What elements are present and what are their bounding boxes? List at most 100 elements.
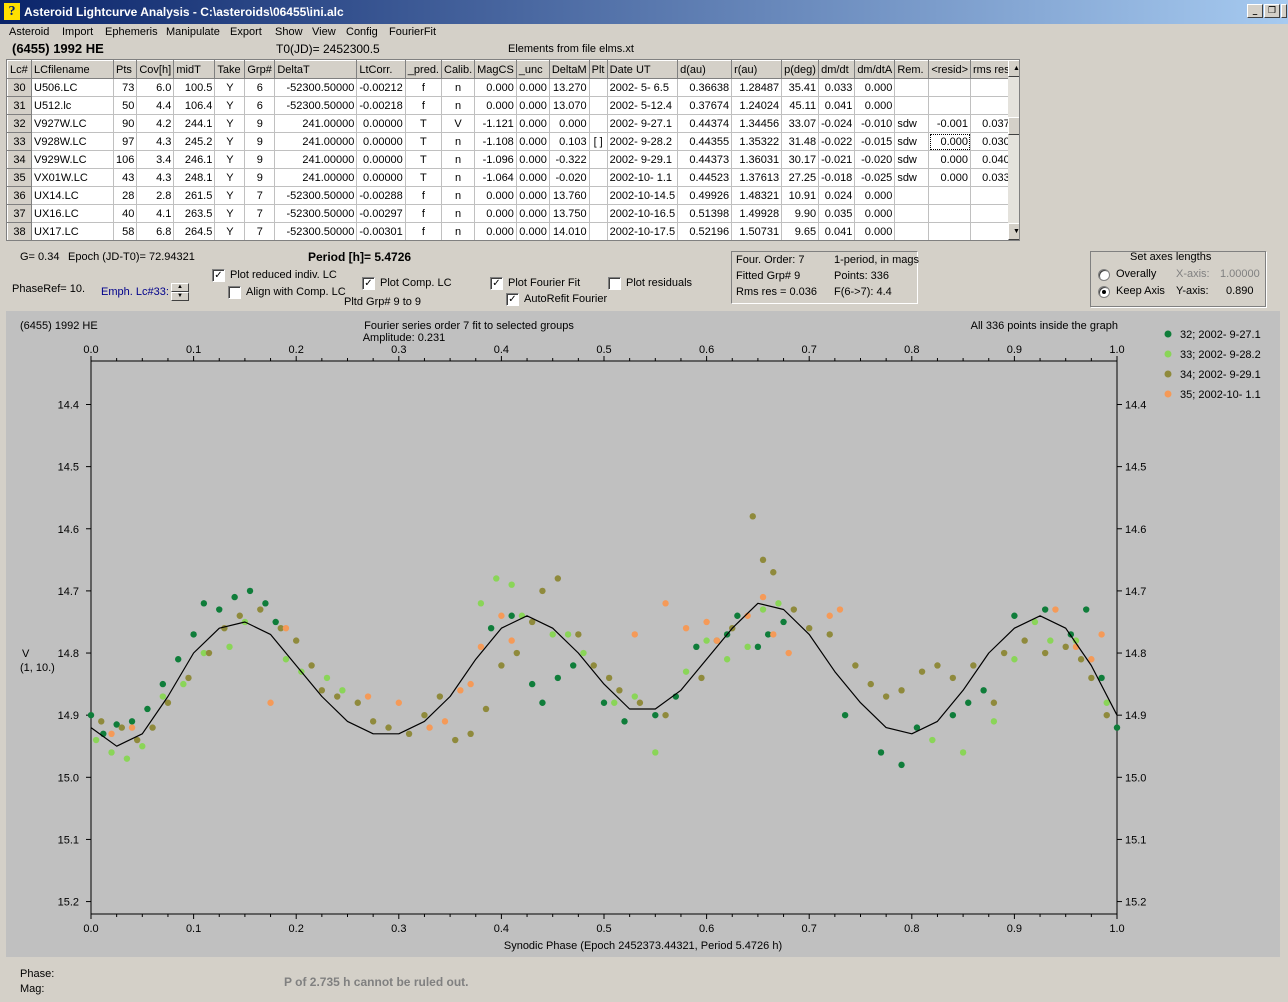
- table-cell[interactable]: n: [440, 222, 476, 240]
- row-number-cell[interactable]: 36: [7, 186, 32, 205]
- table-cell[interactable]: 9: [244, 150, 276, 169]
- table-row[interactable]: 37 UX16.LC 40 4.1 263.5 Y 7 -52300.50000 -0.0029…: [7, 204, 1013, 223]
- table-cell[interactable]: V: [440, 114, 476, 133]
- table-cell[interactable]: [588, 168, 608, 187]
- table-cell[interactable]: 30.17: [781, 150, 820, 169]
- table-cell[interactable]: 0.00000: [356, 114, 406, 133]
- table-cell[interactable]: [894, 186, 930, 205]
- spin-up-icon[interactable]: ▲: [171, 283, 189, 292]
- plot-residuals-checkbox[interactable]: [608, 277, 621, 290]
- table-cell[interactable]: f: [404, 96, 443, 115]
- table-cell[interactable]: 13.270: [548, 78, 590, 97]
- table-cell[interactable]: 246.1: [173, 150, 216, 169]
- table-cell[interactable]: 33.07: [781, 114, 820, 133]
- autorefit-checkbox[interactable]: ✓: [506, 293, 519, 306]
- table-cell[interactable]: 1.36031: [731, 150, 783, 169]
- table-cell[interactable]: 13.070: [548, 96, 590, 115]
- table-cell[interactable]: 263.5: [173, 204, 216, 223]
- table-cell[interactable]: 6.0: [136, 78, 175, 97]
- table-cell[interactable]: 0.000: [928, 150, 972, 169]
- table-cell[interactable]: 106.4: [173, 96, 216, 115]
- table-cell[interactable]: 1.49928: [731, 204, 783, 223]
- table-cell[interactable]: V927W.LC: [31, 114, 114, 133]
- menu-export[interactable]: Export: [230, 26, 262, 38]
- table-cell[interactable]: -52300.50000: [274, 96, 358, 115]
- table-cell[interactable]: 0.041: [818, 96, 856, 115]
- table-cell[interactable]: 2002-10-17.5: [606, 222, 679, 240]
- table-cell[interactable]: 0.103: [548, 132, 590, 151]
- table-cell[interactable]: -0.015: [854, 132, 896, 151]
- table-cell[interactable]: n: [440, 168, 476, 187]
- table-cell[interactable]: 13.750: [548, 204, 590, 223]
- table-cell[interactable]: 14.010: [548, 222, 590, 240]
- table-row[interactable]: 33 V928W.LC 97 4.3 245.2 Y 9 241.00000 0.00000 Tn…: [7, 132, 1013, 151]
- table-cell[interactable]: [588, 186, 608, 205]
- table-cell[interactable]: 6: [244, 96, 276, 115]
- table-cell[interactable]: 58: [112, 222, 138, 240]
- column-header[interactable]: LCfilename: [31, 60, 114, 79]
- table-cell[interactable]: -0.022: [818, 132, 856, 151]
- table-cell[interactable]: Y: [214, 96, 246, 115]
- table-cell[interactable]: 0.000: [474, 222, 517, 240]
- table-cell[interactable]: [588, 204, 608, 223]
- plot-residuals-label[interactable]: Plot residuals: [626, 277, 692, 289]
- table-cell[interactable]: 0.49926: [677, 186, 733, 205]
- table-cell[interactable]: VX01W.LC: [31, 168, 114, 187]
- table-cell[interactable]: -52300.50000: [274, 222, 358, 240]
- table-cell[interactable]: T: [404, 150, 443, 169]
- plot-fourier-label[interactable]: Plot Fourier Fit: [508, 277, 580, 289]
- table-cell[interactable]: 0.000: [548, 114, 590, 133]
- row-number-cell[interactable]: 38: [7, 222, 32, 240]
- menu-asteroid[interactable]: Asteroid: [9, 26, 49, 38]
- table-cell[interactable]: 0.00000: [356, 150, 406, 169]
- align-comp-checkbox[interactable]: [228, 286, 241, 299]
- overall-radio[interactable]: [1098, 269, 1110, 281]
- table-cell[interactable]: 97: [112, 132, 138, 151]
- table-cell[interactable]: f: [404, 186, 443, 205]
- table-cell[interactable]: V928W.LC: [31, 132, 114, 151]
- row-number-cell[interactable]: 37: [7, 204, 32, 223]
- column-header[interactable]: Lc#: [7, 60, 32, 79]
- table-cell[interactable]: Y: [214, 222, 246, 240]
- table-cell[interactable]: 7: [244, 204, 276, 223]
- table-cell[interactable]: Y: [214, 186, 246, 205]
- table-cell[interactable]: 0.000: [515, 222, 550, 240]
- column-header[interactable]: DeltaT: [274, 60, 358, 79]
- emph-lc-spinner[interactable]: ▲ ▼: [171, 283, 189, 301]
- table-cell[interactable]: T: [404, 132, 443, 151]
- table-cell[interactable]: [928, 222, 972, 240]
- column-header[interactable]: Rem.: [894, 60, 930, 79]
- table-cell[interactable]: -0.00297: [356, 204, 406, 223]
- table-cell[interactable]: 10.91: [781, 186, 820, 205]
- table-cell[interactable]: 7: [244, 186, 276, 205]
- table-cell[interactable]: 2002- 9-28.2: [606, 132, 679, 151]
- table-cell[interactable]: Y: [214, 114, 246, 133]
- table-cell[interactable]: 43: [112, 168, 138, 187]
- column-header[interactable]: Pts: [112, 60, 138, 79]
- table-cell[interactable]: n: [440, 78, 476, 97]
- table-cell[interactable]: -0.010: [854, 114, 896, 133]
- menu-manipulate[interactable]: Manipulate: [166, 26, 220, 38]
- table-cell[interactable]: 106: [112, 150, 138, 169]
- table-cell[interactable]: [970, 186, 1013, 205]
- table-cell[interactable]: [894, 204, 930, 223]
- autorefit-label[interactable]: AutoRefit Fourier: [524, 293, 607, 305]
- table-cell[interactable]: 0.000: [854, 96, 896, 115]
- table-cell[interactable]: 0.035: [818, 204, 856, 223]
- table-cell[interactable]: 2.8: [136, 186, 175, 205]
- table-cell[interactable]: 73: [112, 78, 138, 97]
- table-cell[interactable]: T: [404, 168, 443, 187]
- table-cell[interactable]: 4.4: [136, 96, 175, 115]
- close-button[interactable]: [1281, 4, 1287, 18]
- table-cell[interactable]: 1.35322: [731, 132, 783, 151]
- table-cell[interactable]: [970, 204, 1013, 223]
- table-cell[interactable]: 0.000: [515, 186, 550, 205]
- table-cell[interactable]: 0.000: [474, 204, 517, 223]
- table-cell[interactable]: [894, 78, 930, 97]
- table-cell[interactable]: 0.030: [970, 132, 1013, 151]
- table-cell[interactable]: 13.760: [548, 186, 590, 205]
- table-cell[interactable]: [928, 78, 972, 97]
- table-cell[interactable]: -0.00301: [356, 222, 406, 240]
- row-number-cell[interactable]: 33: [7, 132, 32, 151]
- table-cell[interactable]: 244.1: [173, 114, 216, 133]
